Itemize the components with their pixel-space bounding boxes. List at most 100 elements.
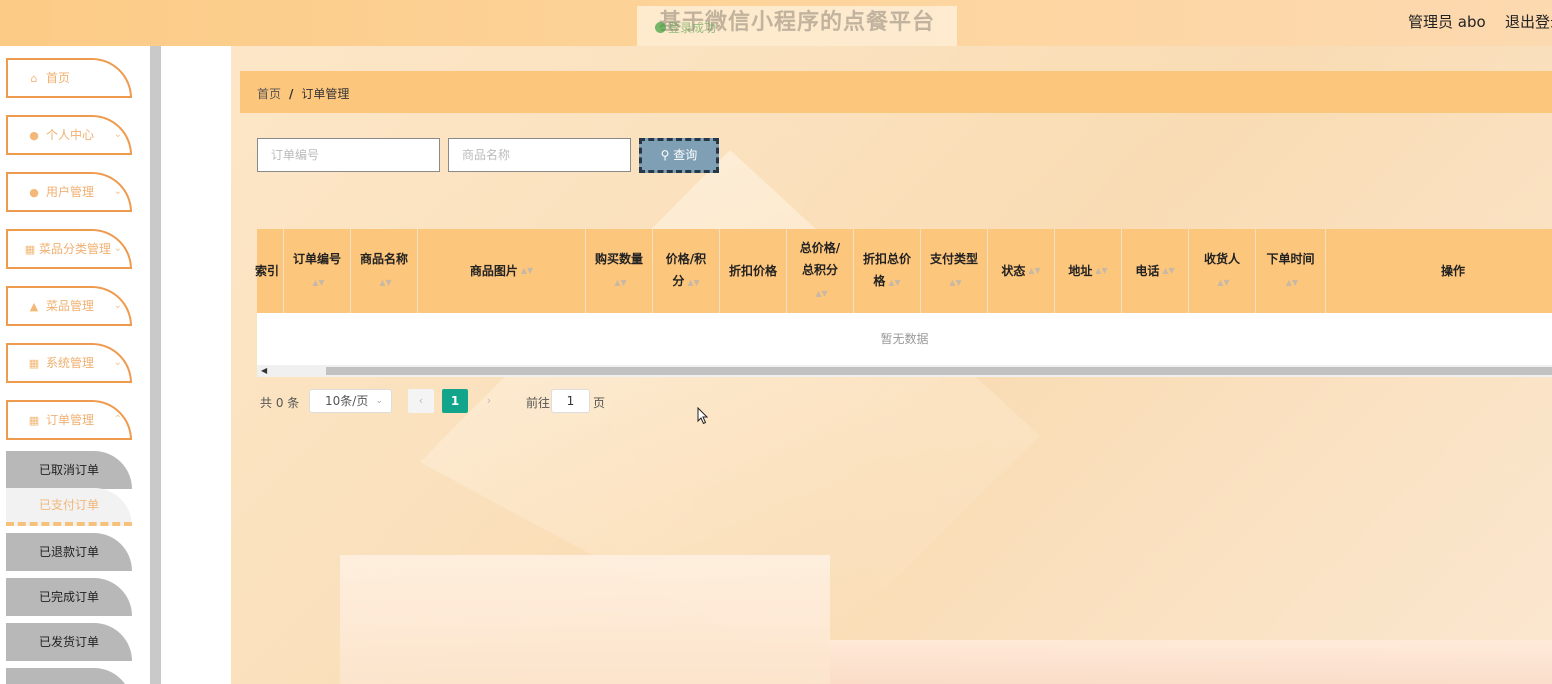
- page-size-select[interactable]: 10条/页 ⌄: [309, 389, 392, 413]
- sidebar-subitem-paid[interactable]: 已支付订单: [6, 488, 132, 526]
- background-box: [340, 555, 830, 684]
- column-header: 操作: [1326, 229, 1552, 313]
- sort-icon[interactable]: ▲▼: [1286, 272, 1298, 294]
- product-name-input[interactable]: [448, 138, 631, 172]
- grid-icon: ▦: [28, 357, 40, 370]
- column-label: 商品名称: [359, 252, 408, 266]
- next-page-button[interactable]: ›: [476, 389, 502, 413]
- chevron-down-icon: ⌄: [375, 396, 383, 406]
- grid-icon: ▦: [28, 414, 40, 427]
- column-header[interactable]: 电话 ▲▼: [1122, 229, 1189, 313]
- page-number-current[interactable]: 1: [442, 389, 468, 413]
- top-header: 基于微信小程序的点餐平台 登录成功 管理员 abo 退出登录: [0, 0, 1552, 46]
- pin-icon: ●: [29, 186, 39, 199]
- column-label: 订单编号: [292, 252, 341, 266]
- sidebar-subitem-cancelled[interactable]: 已取消订单: [6, 451, 132, 489]
- thumb-icon: ▲: [29, 300, 39, 313]
- column-label: 索引: [254, 264, 279, 278]
- column-label: 折扣总价格: [862, 252, 911, 288]
- column-label: 总价格/总积分: [799, 241, 841, 277]
- column-header[interactable]: 订单编号 ▲▼: [284, 229, 351, 313]
- breadcrumb-home[interactable]: 首页: [257, 87, 281, 101]
- column-header[interactable]: 索引: [227, 229, 284, 313]
- column-label: 操作: [1440, 264, 1465, 278]
- mouse-cursor-icon: [697, 407, 709, 425]
- sidebar-item-dish-category[interactable]: ▦ 菜品分类管理 ⌄: [6, 229, 132, 269]
- sidebar-item-users[interactable]: ● 用户管理 ⌄: [6, 172, 132, 212]
- chevron-down-icon: ⌄: [113, 243, 122, 254]
- sort-icon[interactable]: ▲▼: [1028, 260, 1040, 282]
- chevron-down-icon: ⌄: [113, 186, 122, 197]
- column-header[interactable]: 下单时间 ▲▼: [1256, 229, 1326, 313]
- breadcrumb: 首页 / 订单管理: [257, 85, 349, 102]
- sort-icon[interactable]: ▲▼: [614, 272, 626, 294]
- search-icon: ⚲: [660, 148, 670, 162]
- page-size-value: 10条/页: [325, 394, 369, 408]
- success-toast: 登录成功: [655, 19, 716, 36]
- column-header[interactable]: 状态 ▲▼: [988, 229, 1055, 313]
- scrollbar-thumb[interactable]: [326, 367, 1552, 375]
- sidebar-item-label: 首页: [46, 71, 71, 85]
- total-count: 共 0 条: [260, 396, 300, 410]
- column-label: 下单时间: [1266, 252, 1315, 266]
- column-label: 商品图片: [469, 264, 518, 278]
- page-unit-label: 页: [593, 396, 606, 410]
- current-user: 管理员 abo: [1408, 13, 1486, 31]
- sort-icon[interactable]: ▲▼: [1095, 260, 1107, 282]
- scroll-left-icon[interactable]: ◀: [261, 365, 267, 377]
- chevron-down-icon: ⌄: [113, 129, 122, 140]
- sort-icon[interactable]: ▲▼: [312, 272, 324, 294]
- sidebar-item-label: 系统管理: [46, 356, 95, 370]
- background-diamond: [420, 150, 1040, 670]
- breadcrumb-bar: 首页 / 订单管理: [240, 71, 1552, 113]
- column-header[interactable]: 折扣价格: [720, 229, 787, 313]
- sidebar-item-dishes[interactable]: ▲ 菜品管理 ⌄: [6, 286, 132, 326]
- column-label: 状态: [1001, 264, 1026, 278]
- sidebar-subitem-refunded[interactable]: 已退款订单: [6, 533, 132, 571]
- toast-text: 登录成功: [668, 21, 717, 35]
- sort-icon[interactable]: ▲▼: [1162, 260, 1174, 282]
- sidebar-item-label: 个人中心: [46, 128, 95, 142]
- column-header[interactable]: 价格/积分 ▲▼: [653, 229, 720, 313]
- sidebar-item-orders[interactable]: ▦ 订单管理 ⌃: [6, 400, 132, 440]
- sidebar-subitem-completed[interactable]: 已完成订单: [6, 578, 132, 616]
- sidebar-item-home[interactable]: ⌂ 首页: [6, 58, 132, 98]
- column-header[interactable]: 购买数量 ▲▼: [586, 229, 653, 313]
- sort-icon[interactable]: ▲▼: [521, 260, 533, 282]
- breadcrumb-current: 订单管理: [301, 87, 350, 101]
- column-header[interactable]: 商品图片 ▲▼: [418, 229, 586, 313]
- home-icon: ⌂: [30, 72, 38, 85]
- column-label: 地址: [1068, 264, 1093, 278]
- order-number-input[interactable]: [257, 138, 440, 172]
- search-button[interactable]: ⚲ 查询: [639, 138, 719, 173]
- table-header: 索引 订单编号 ▲▼ 商品名称 ▲▼ 商品图片 ▲▼ 购买数量 ▲▼ 价格/积分 ▲▼ 折…: [255, 229, 1552, 313]
- sidebar-gap: [161, 46, 231, 684]
- column-header[interactable]: 地址 ▲▼: [1055, 229, 1122, 313]
- sort-icon[interactable]: ▲▼: [949, 272, 961, 294]
- breadcrumb-separator: /: [289, 87, 294, 101]
- column-header[interactable]: 收货人 ▲▼: [1189, 229, 1256, 313]
- sort-icon[interactable]: ▲▼: [1217, 272, 1229, 294]
- sidebar-scrollbar[interactable]: [150, 46, 161, 684]
- prev-page-button[interactable]: ‹: [408, 389, 434, 413]
- orders-table: 索引 订单编号 ▲▼ 商品名称 ▲▼ 商品图片 ▲▼ 购买数量 ▲▼ 价格/积分 ▲▼ 折…: [255, 229, 1552, 377]
- column-label: 折扣价格: [728, 264, 777, 278]
- column-header[interactable]: 支付类型 ▲▼: [921, 229, 988, 313]
- sort-icon[interactable]: ▲▼: [815, 283, 827, 305]
- column-header[interactable]: 商品名称 ▲▼: [351, 229, 418, 313]
- sort-icon[interactable]: ▲▼: [888, 272, 900, 294]
- check-icon: [655, 22, 666, 33]
- table-horizontal-scrollbar[interactable]: ◀: [257, 365, 1552, 377]
- sidebar-item-system[interactable]: ▦ 系统管理 ⌄: [6, 343, 132, 383]
- sidebar-item-profile[interactable]: ● 个人中心 ⌄: [6, 115, 132, 155]
- column-label: 价格/积分: [665, 252, 707, 288]
- sort-icon[interactable]: ▲▼: [379, 272, 391, 294]
- logout-button[interactable]: 退出登录: [1505, 11, 1552, 32]
- goto-page-input[interactable]: 1: [551, 389, 590, 413]
- column-header[interactable]: 总价格/总积分 ▲▼: [787, 229, 854, 313]
- column-header[interactable]: 折扣总价格 ▲▼: [854, 229, 921, 313]
- chevron-right-icon: ›: [486, 394, 492, 407]
- sort-icon[interactable]: ▲▼: [687, 272, 699, 294]
- column-label: 电话: [1135, 264, 1160, 278]
- sidebar-subitem-shipped[interactable]: 已发货订单: [6, 623, 132, 661]
